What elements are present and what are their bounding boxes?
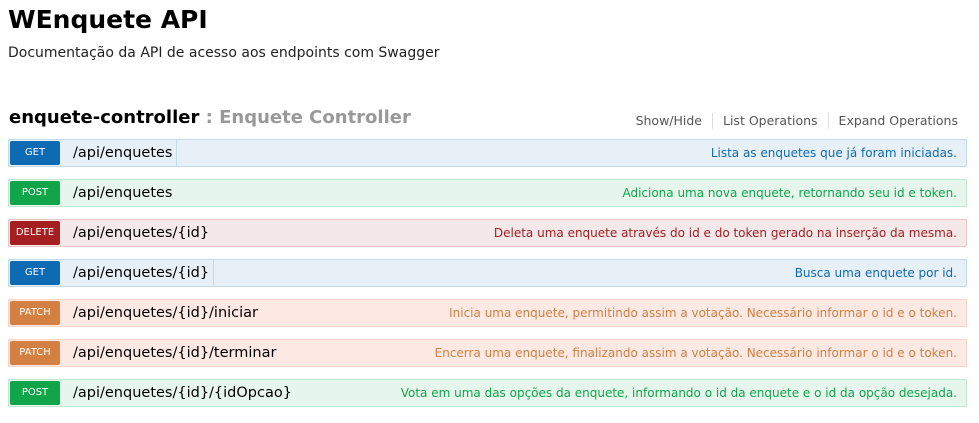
options-divider	[827, 113, 829, 129]
operation-post-enquetes[interactable]: POST /api/enquetes Adiciona uma nova enq…	[8, 179, 967, 207]
method-badge-post[interactable]: POST	[10, 381, 60, 405]
operation-post-votar[interactable]: POST /api/enquetes/{id}/{idOpcao} Vota e…	[8, 379, 967, 407]
operations-list: GET /api/enquetes Lista as enquetes que …	[8, 139, 967, 419]
show-hide-link[interactable]: Show/Hide	[636, 113, 702, 129]
operation-get-enquetes[interactable]: GET /api/enquetes Lista as enquetes que …	[8, 139, 967, 167]
method-badge-post[interactable]: POST	[10, 181, 60, 205]
controller-description: Enquete Controller	[219, 107, 411, 128]
operation-summary[interactable]: Deleta uma enquete através do id e do to…	[494, 226, 957, 240]
method-badge-get[interactable]: GET	[10, 261, 60, 285]
method-badge-get[interactable]: GET	[10, 141, 60, 165]
operation-path[interactable]: /api/enquetes/{id}	[73, 260, 215, 286]
controller-heading: enquete-controller : Enquete Controller	[9, 105, 411, 131]
operation-delete-enquete[interactable]: DELETE /api/enquetes/{id} Deleta uma enq…	[8, 219, 967, 247]
operation-get-enquete-by-id[interactable]: GET /api/enquetes/{id} Busca uma enquete…	[8, 259, 967, 287]
operation-path[interactable]: /api/enquetes	[73, 185, 176, 201]
operation-path[interactable]: /api/enquetes/{id}/terminar	[73, 345, 280, 361]
options-divider	[712, 113, 713, 129]
controller-options: Show/Hide List Operations Expand Operati…	[636, 113, 958, 129]
page-subtitle: Documentação da API de acesso aos endpoi…	[8, 45, 440, 61]
expand-operations-link[interactable]: Expand Operations	[839, 113, 958, 129]
operation-path[interactable]: /api/enquetes/{id}	[73, 225, 213, 241]
operation-path[interactable]: /api/enquetes	[73, 140, 178, 166]
page-title: WEnquete API	[8, 5, 208, 34]
swagger-page: WEnquete API Documentação da API de aces…	[0, 0, 979, 423]
operation-summary[interactable]: Vota em uma das opções da enquete, infor…	[401, 386, 957, 400]
list-operations-link[interactable]: List Operations	[723, 113, 818, 129]
method-badge-patch[interactable]: PATCH	[10, 341, 60, 365]
operation-patch-iniciar[interactable]: PATCH /api/enquetes/{id}/iniciar Inicia …	[8, 299, 967, 327]
operation-patch-terminar[interactable]: PATCH /api/enquetes/{id}/terminar Encerr…	[8, 339, 967, 367]
operation-summary[interactable]: Busca uma enquete por id.	[795, 266, 957, 280]
operation-summary[interactable]: Adiciona uma nova enquete, retornando se…	[622, 186, 957, 200]
controller-separator: :	[199, 107, 220, 128]
operation-summary[interactable]: Lista as enquetes que já foram iniciadas…	[711, 146, 957, 160]
operation-summary[interactable]: Encerra uma enquete, finalizando assim a…	[435, 346, 957, 360]
controller-name-link[interactable]: enquete-controller	[9, 107, 199, 128]
operation-path[interactable]: /api/enquetes/{id}/iniciar	[73, 305, 262, 321]
operation-path[interactable]: /api/enquetes/{id}/{idOpcao}	[73, 385, 296, 401]
method-badge-patch[interactable]: PATCH	[10, 301, 60, 325]
method-badge-delete[interactable]: DELETE	[10, 221, 60, 245]
operation-summary[interactable]: Inicia uma enquete, permitindo assim a v…	[449, 306, 957, 320]
